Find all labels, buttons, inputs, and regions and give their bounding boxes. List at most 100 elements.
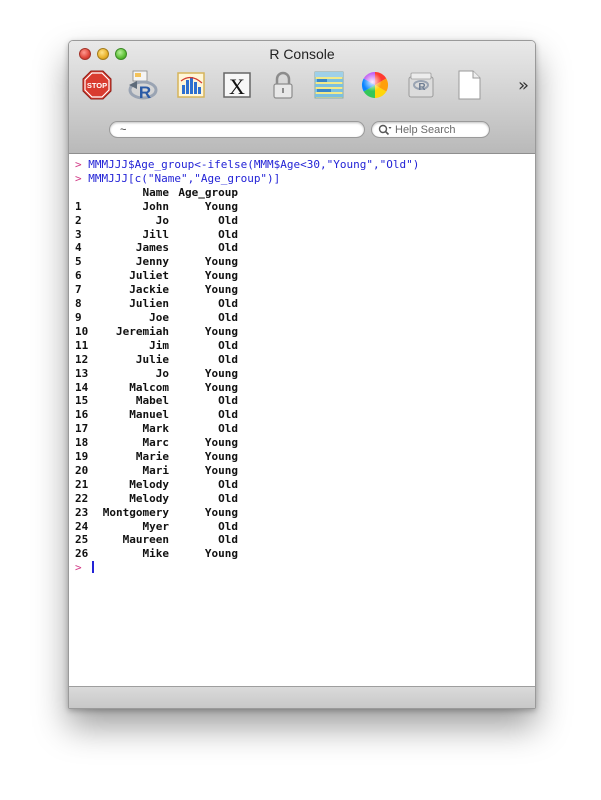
help-search-input[interactable] xyxy=(392,123,483,136)
toolbar-overflow-button[interactable]: » xyxy=(518,75,529,96)
package-button[interactable]: R xyxy=(405,69,437,101)
row-age-group: Young xyxy=(204,283,238,297)
row-age-group: Young xyxy=(204,547,238,561)
table-row: 2 Jo Old xyxy=(75,214,535,228)
row-age-group: Old xyxy=(218,297,238,311)
row-age-group: Young xyxy=(204,255,238,269)
table-row: 19 Marie Young xyxy=(75,450,535,464)
workspace-button[interactable] xyxy=(313,69,345,101)
row-name: Marc xyxy=(142,436,170,450)
row-name: Jenny xyxy=(135,255,169,269)
row-name: Manuel xyxy=(129,408,169,422)
row-index: 15 xyxy=(75,394,89,408)
table-row: 6 Juliet Young xyxy=(75,269,535,283)
working-directory-field[interactable]: ~ xyxy=(109,121,365,138)
table-row: 13 Jo Young xyxy=(75,367,535,381)
stop-button[interactable]: STOP xyxy=(81,69,113,101)
row-name: James xyxy=(135,241,169,255)
prompt-symbol: > xyxy=(75,158,82,171)
row-name: Melody xyxy=(129,477,169,491)
row-index: 17 xyxy=(75,422,89,436)
blank-page-icon xyxy=(458,70,481,100)
table-row: 23 Montgomery Young xyxy=(75,506,535,520)
row-index: 9 xyxy=(75,310,82,324)
row-index: 12 xyxy=(75,352,89,366)
row-age-group: Young xyxy=(204,324,238,338)
prompt-symbol: > xyxy=(75,171,82,185)
row-name: Juliet xyxy=(129,269,169,283)
colors-button[interactable] xyxy=(359,69,391,101)
row-name: Jo xyxy=(155,213,169,227)
r-logo-icon: R xyxy=(128,70,158,102)
quartz-button[interactable] xyxy=(175,69,207,101)
new-document-button[interactable] xyxy=(455,69,487,101)
row-name: Montgomery xyxy=(102,505,169,519)
row-name: Maureen xyxy=(122,533,169,547)
row-name: Jeremiah xyxy=(116,324,169,338)
row-age-group: Old xyxy=(218,491,238,505)
table-row: 14 Malcom Young xyxy=(75,381,535,395)
row-age-group: Old xyxy=(218,519,238,533)
input-line[interactable]: > xyxy=(75,561,535,575)
row-index: 10 xyxy=(75,324,89,338)
row-name: Mari xyxy=(142,463,170,477)
row-age-group: Old xyxy=(218,422,238,436)
row-name: Jo xyxy=(155,366,169,380)
row-index: 6 xyxy=(75,269,82,283)
toolbar: STOP R X R » xyxy=(81,69,531,105)
run-button[interactable]: R xyxy=(127,69,159,102)
row-age-group: Young xyxy=(204,199,238,213)
row-name: Mabel xyxy=(135,394,169,408)
table-header-row: Name Age_group xyxy=(75,186,535,200)
row-age-group: Young xyxy=(204,380,238,394)
row-index: 19 xyxy=(75,450,89,464)
column-header-name: Name xyxy=(142,185,170,199)
row-name: Melody xyxy=(129,491,169,505)
row-index: 1 xyxy=(75,199,82,213)
column-header-age-group: Age_group xyxy=(178,185,238,199)
row-age-group: Young xyxy=(204,450,238,464)
row-age-group: Young xyxy=(204,463,238,477)
row-name: Jill xyxy=(142,227,170,241)
table-row: 8 Julien Old xyxy=(75,297,535,311)
package-icon: R xyxy=(408,72,434,98)
spreadsheet-icon xyxy=(314,71,344,99)
row-index: 21 xyxy=(75,477,89,491)
row-name: Julie xyxy=(135,352,169,366)
row-name: Myer xyxy=(142,519,170,533)
command-line: > MMMJJJ[c("Name","Age_group")] xyxy=(75,172,535,186)
row-index: 4 xyxy=(75,241,82,255)
row-name: Malcom xyxy=(129,380,169,394)
row-name: Julien xyxy=(129,297,169,311)
command-text: MMMJJJ[c("Name","Age_group")] xyxy=(88,171,281,185)
stop-button-label: STOP xyxy=(87,81,107,90)
table-row: 11 Jim Old xyxy=(75,339,535,353)
row-index: 8 xyxy=(75,297,82,311)
command-line: > MMMJJJ$Age_group<-ifelse(MMM$Age<30,"Y… xyxy=(75,158,535,172)
table-row: 20 Mari Young xyxy=(75,464,535,478)
console-output[interactable]: > MMMJJJ$Age_group<-ifelse(MMM$Age<30,"Y… xyxy=(69,154,535,686)
table-row: 17 Mark Old xyxy=(75,422,535,436)
row-index: 20 xyxy=(75,463,89,477)
row-age-group: Old xyxy=(218,227,238,241)
help-search-field[interactable] xyxy=(371,121,490,138)
table-row: 22 Melody Old xyxy=(75,492,535,506)
lock-button[interactable] xyxy=(267,69,299,101)
table-row: 16 Manuel Old xyxy=(75,408,535,422)
row-index: 5 xyxy=(75,255,82,269)
row-name: John xyxy=(142,199,170,213)
row-age-group: Old xyxy=(218,213,238,227)
table-row: 3 Jill Old xyxy=(75,228,535,242)
table-row: 5 Jenny Young xyxy=(75,255,535,269)
svg-text:R: R xyxy=(418,82,426,93)
row-age-group: Old xyxy=(218,310,238,324)
table-row: 18 Marc Young xyxy=(75,436,535,450)
row-age-group: Old xyxy=(218,533,238,547)
x11-button[interactable]: X xyxy=(221,69,253,101)
table-row: 21 Melody Old xyxy=(75,478,535,492)
row-index: 22 xyxy=(75,491,89,505)
row-age-group: Old xyxy=(218,352,238,366)
row-age-group: Old xyxy=(218,338,238,352)
row-index: 2 xyxy=(75,213,82,227)
row-age-group: Young xyxy=(204,366,238,380)
